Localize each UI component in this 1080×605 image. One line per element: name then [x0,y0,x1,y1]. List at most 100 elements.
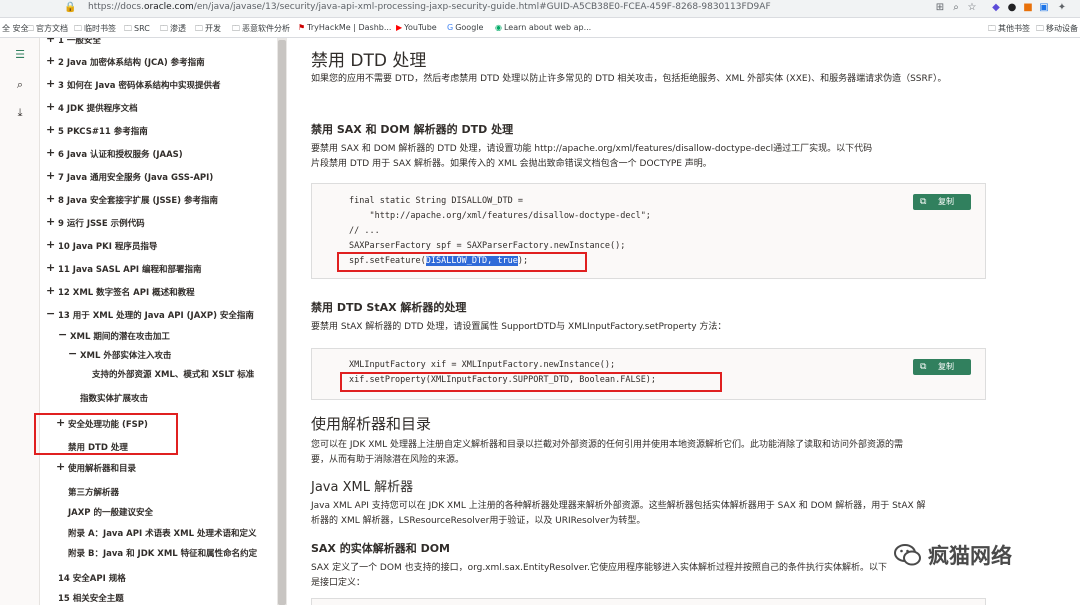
highlight-box [340,372,722,392]
toc-item[interactable]: 2 Java 加密体系结构 (JCA) 参考指南 [58,56,205,68]
bookmarks-bar: 全 安全 🗀 官方文档 🗀 临时书签 🗀 SRC 🗀 渗透 🗀 开发 🗀 恶意软件分析 ⚑ T… [0,18,1080,38]
expand-icon[interactable]: + [46,146,55,159]
bookmark-folder[interactable]: 🗀 渗透 [160,23,186,37]
paragraph: 要，从而有助于消除潜在风险的来源。 [311,455,465,465]
collapse-icon[interactable]: − [68,347,77,360]
expand-icon[interactable]: + [46,192,55,205]
toc-list-icon[interactable]: ☰ [13,48,27,62]
section-heading: SAX 的实体解析器和 DOM [311,542,451,555]
expand-icon[interactable]: + [56,460,65,473]
folder-icon: 🗀 [988,24,996,33]
search-icon[interactable]: ⌕ [13,78,27,92]
wechat-icon [894,544,921,566]
toc-item[interactable]: 8 Java 安全套接字扩展 (JSSE) 参考指南 [58,194,218,206]
download-icon[interactable]: ⤓ [13,106,27,120]
bookmark-folder[interactable]: 🗀 其他书签 [988,23,1030,37]
bookmark[interactable]: 全 安全 [2,23,29,34]
expand-icon[interactable]: + [46,215,55,228]
paragraph: Java XML API 支持您可以在 JDK XML 上注册的各种解析器处理器… [311,501,926,511]
folder-icon: 🗀 [1036,24,1044,33]
section-heading: Java XML 解析器 [311,480,414,495]
web-icon: ◉ [495,23,502,32]
extension-icon[interactable]: ■ [1022,2,1034,14]
paragraph: 要禁用 StAX 解析器的 DTD 处理，请设置属性 SupportDTD与 X… [311,322,727,332]
paragraph: 是接口定义： [311,578,366,588]
section-heading: 禁用 DTD StAX 解析器的处理 [311,301,467,314]
toc-item[interactable]: 附录 A：Java API 术语表 XML 处理术语和定义 [68,527,256,539]
expand-icon[interactable]: + [46,284,55,297]
highlight-box [337,252,587,272]
expand-icon[interactable]: + [46,100,55,113]
expand-icon[interactable]: + [46,238,55,251]
code-line: XMLInputFactory xif = XMLInputFactory.ne… [349,360,616,370]
toc-item[interactable]: 13 用于 XML 处理的 Java API (JAXP) 安全指南 [58,309,254,321]
copy-icon: ⧉ [920,362,927,372]
extension-icon[interactable]: ▣ [1038,2,1050,14]
collapse-icon[interactable]: − [46,307,55,320]
expand-icon[interactable]: + [46,38,55,45]
expand-icon[interactable]: + [46,261,55,274]
bookmark[interactable]: ▶ YouTube [396,23,437,32]
expand-icon[interactable]: + [46,54,55,67]
bookmark-folder[interactable]: 🗀 临时书签 [74,23,116,37]
copy-button[interactable]: ⧉ 复制 [913,194,971,210]
bookmark-folder[interactable]: 🗀 移动设备 [1036,23,1078,37]
page-title: 禁用 DTD 处理 [311,51,427,71]
copy-icon: ⧉ [920,197,927,207]
expand-icon[interactable]: + [46,169,55,182]
bookmark[interactable]: G Google [447,23,483,32]
toc-item[interactable]: 12 XML 数字签名 API 概述和教程 [58,286,195,298]
toc-item[interactable]: 14 安全API 规格 [58,572,126,584]
toc-item[interactable]: 15 相关安全主题 [58,592,124,604]
url-text[interactable]: https://docs.oracle.com/en/java/javase/1… [88,2,771,12]
toc-item[interactable]: XML 期间的潜在攻击加工 [70,330,170,342]
bookmark-folder[interactable]: 🗀 开发 [195,23,221,37]
toc-item[interactable]: 11 Java SASL API 编程和部署指南 [58,263,202,275]
toc-item[interactable]: 指数实体扩展攻击 [80,392,148,404]
toc-item[interactable]: 10 Java PKI 程序员指导 [58,240,157,252]
toc-item[interactable]: 4 JDK 提供程序文档 [58,102,138,114]
folder-icon: 🗀 [74,24,82,33]
toc-item[interactable]: XML 外部实体注入攻击 [80,349,171,361]
paragraph: 要禁用 SAX 和 DOM 解析器的 DTD 处理，请设置功能 http://a… [311,144,873,154]
code-block [311,598,986,605]
toc-item[interactable]: 第三方解析器 [68,486,119,498]
toc-item[interactable]: 5 PKCS#11 参考指南 [58,125,148,137]
toc-scrollbar-thumb[interactable] [278,40,286,605]
puzzle-icon[interactable]: ✦ [1056,2,1068,14]
toc-item[interactable]: 1 一般安全 [58,38,101,46]
folder-icon: 🗀 [26,24,34,33]
code-line: "http://apache.org/xml/features/disallow… [349,211,651,221]
bookmark[interactable]: ◉ Learn about web ap... [495,23,591,32]
copy-button[interactable]: ⧉ 复制 [913,359,971,375]
bookmark-folder[interactable]: 🗀 恶意软件分析 [232,23,290,37]
toc-item[interactable]: JAXP 的一般建议安全 [68,506,153,518]
bookmark-star-icon[interactable]: ☆ [966,2,978,14]
lock-icon[interactable]: 🔒 [64,2,76,14]
bookmark-folder[interactable]: 🗀 官方文档 [26,23,68,37]
code-line: final static String DISALLOW_DTD = [349,196,523,206]
toc-item[interactable]: 支持的外部资源 XML、模式和 XSLT 标准 [92,368,254,380]
translate-icon[interactable]: ⊞ [934,2,946,14]
bookmark[interactable]: ⚑ TryHackMe | Dashb... [298,23,391,32]
folder-icon: 🗀 [232,24,240,33]
section-heading: 使用解析器和目录 [311,415,432,433]
tryhackme-icon: ⚑ [298,23,306,32]
bookmark-folder[interactable]: 🗀 SRC [124,23,150,37]
extension-icon[interactable]: ● [1006,2,1018,14]
collapse-icon[interactable]: − [58,328,67,341]
expand-icon[interactable]: + [46,77,55,90]
folder-icon: 🗀 [195,24,203,33]
toc-item[interactable]: 9 运行 JSSE 示例代码 [58,217,145,229]
address-bar[interactable]: 🔒 https://docs.oracle.com/en/java/javase… [0,0,1080,18]
toc-item[interactable]: 6 Java 认证和授权服务 (JAAS) [58,148,183,160]
toc-item[interactable]: 7 Java 通用安全服务 (Java GSS-API) [58,171,213,183]
toc-item[interactable]: 使用解析器和目录 [68,462,136,474]
zoom-icon[interactable]: ⌕ [950,2,962,14]
folder-icon: 🗀 [160,24,168,33]
table-of-contents: +1 一般安全 +2 Java 加密体系结构 (JCA) 参考指南 +3 如何在… [40,38,277,605]
toc-item[interactable]: 附录 B：Java 和 JDK XML 特征和属性命名约定 [68,547,257,559]
toc-item[interactable]: 3 如何在 Java 密码体系结构中实现提供者 [58,79,220,91]
extension-icon[interactable]: ◆ [990,2,1002,14]
expand-icon[interactable]: + [46,123,55,136]
